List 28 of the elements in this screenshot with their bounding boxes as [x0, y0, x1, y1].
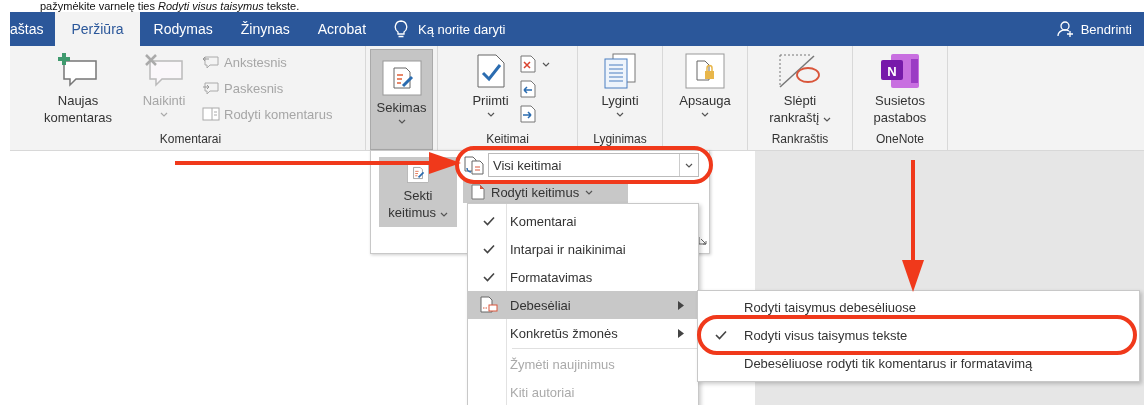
menu-item[interactable]: Intarpai ir naikinimai — [468, 235, 698, 263]
menu-item[interactable]: Formatavimas — [468, 263, 698, 291]
menu-item[interactable]: Debesėliai — [468, 291, 698, 319]
ribbon-tab[interactable]: Rodymas — [139, 12, 227, 46]
group-label: Komentarai — [158, 131, 223, 148]
group-label: Keitimai — [485, 131, 530, 148]
ribbon-button[interactable]: Lyginti — [595, 49, 645, 121]
ribbon-tab[interactable]: Žinynas — [226, 12, 304, 46]
ribbon-button[interactable]: Naujas komentaras — [30, 49, 126, 130]
ribbon-button[interactable]: Apsauga — [673, 49, 737, 150]
menu-item[interactable]: Konkretūs žmonės — [468, 319, 698, 347]
markup-dropdown[interactable]: Visi keitimai — [488, 153, 699, 177]
notebook-letter: N — [887, 64, 897, 79]
ribbon-button[interactable]: Slėpti rankraštį — [752, 49, 848, 130]
ribbon-tab[interactable]: aštas — [10, 12, 56, 46]
ribbon-tab[interactable]: Acrobat — [303, 12, 381, 46]
ribbon-button[interactable]: N Susietos pastabos — [857, 49, 943, 130]
ribbon-tab[interactable]: Peržiūra — [55, 12, 140, 46]
share-button[interactable]: Bendrinti — [1056, 12, 1132, 46]
instruction-text: pažymėkite varnelę ties Rodyti visus taisymus tekste. — [39, 0, 301, 12]
ribbon-button[interactable]: Sekimas — [370, 49, 433, 150]
group-label: Lyginimas — [592, 131, 648, 148]
group-label: OneNote — [875, 131, 925, 148]
menu-item[interactable]: Komentarai — [468, 207, 698, 235]
tell-me-field[interactable]: Ką norite daryti — [418, 21, 506, 37]
ribbon-button[interactable]: Priimti — [465, 49, 516, 121]
group-label: Rankraštis — [770, 131, 830, 148]
track-changes-button[interactable]: Sekti keitimus — [379, 157, 457, 227]
